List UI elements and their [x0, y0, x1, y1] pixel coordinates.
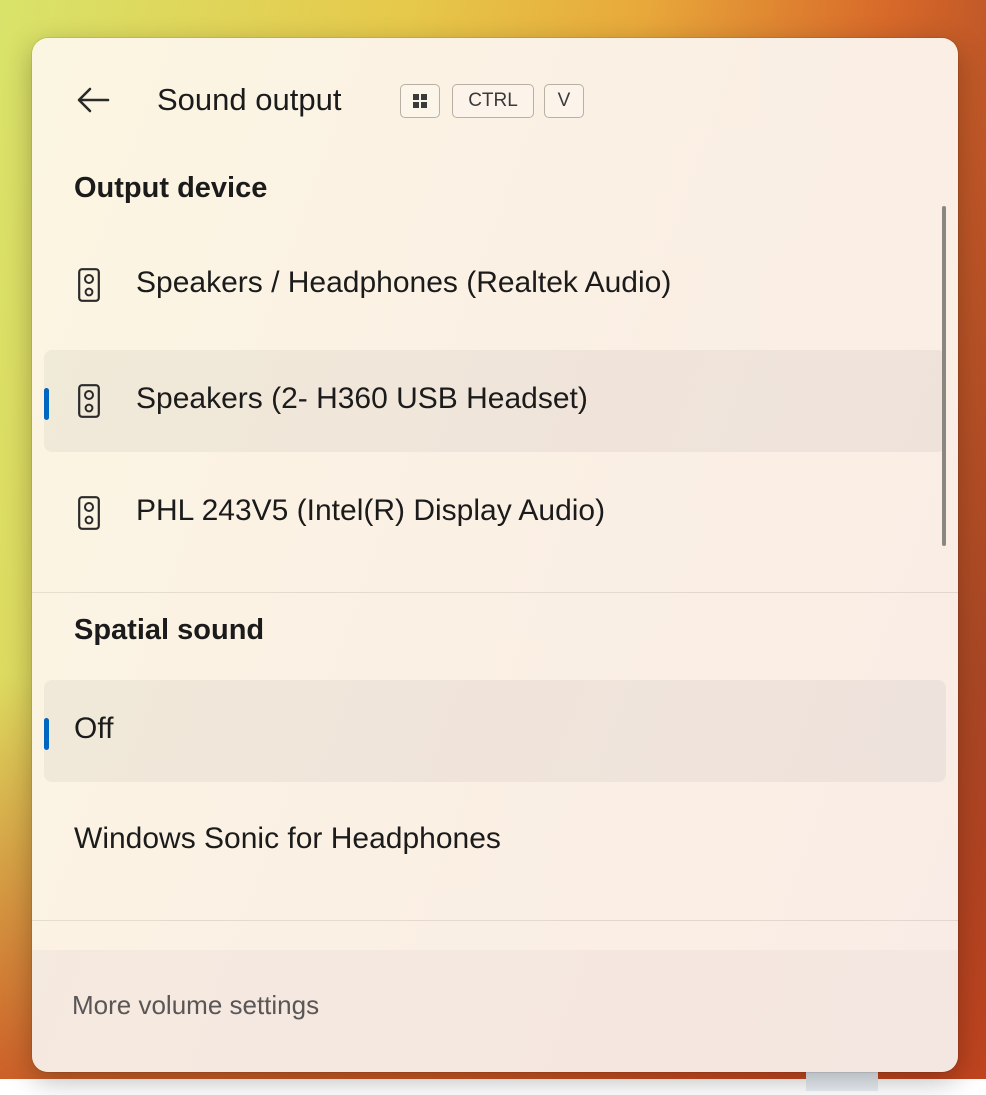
- output-device-label: PHL 243V5 (Intel(R) Display Audio): [136, 494, 606, 527]
- page-title: Sound output: [157, 82, 342, 117]
- spatial-sound-item-selected[interactable]: Off: [44, 680, 946, 782]
- flyout-footer: More volume settings: [32, 950, 958, 1072]
- spatial-sound-item[interactable]: Windows Sonic for Headphones: [44, 790, 946, 892]
- speaker-icon: [78, 384, 100, 418]
- more-volume-settings-link[interactable]: More volume settings: [72, 990, 319, 1021]
- spatial-sound-label: Windows Sonic for Headphones: [74, 822, 501, 855]
- selection-indicator: [44, 718, 49, 750]
- speaker-icon: [78, 268, 100, 302]
- output-device-item[interactable]: Speakers / Headphones (Realtek Audio): [44, 234, 946, 336]
- selection-indicator: [44, 388, 49, 420]
- output-device-label: Speakers (2- H360 USB Headset): [136, 382, 588, 415]
- speaker-icon: [78, 496, 100, 530]
- output-device-item-selected[interactable]: Speakers (2- H360 USB Headset): [44, 350, 946, 452]
- back-button[interactable]: [72, 82, 116, 118]
- flyout-header: Sound output CTRL V: [32, 38, 958, 164]
- output-device-item[interactable]: PHL 243V5 (Intel(R) Display Audio): [44, 462, 946, 564]
- section-divider: [32, 592, 958, 593]
- output-device-label: Speakers / Headphones (Realtek Audio): [136, 266, 672, 299]
- output-device-heading: Output device: [74, 172, 268, 204]
- windows-key-icon: [413, 94, 427, 108]
- sound-output-flyout: Sound output CTRL V Output device Speake…: [32, 38, 958, 1072]
- arrow-left-icon: [77, 87, 110, 113]
- scrollbar-thumb[interactable]: [942, 206, 946, 546]
- section-divider: [32, 920, 958, 921]
- shortcut-key-ctrl: CTRL: [452, 84, 534, 118]
- spatial-sound-label: Off: [74, 712, 114, 745]
- shortcut-key-windows: [400, 84, 440, 118]
- spatial-sound-heading: Spatial sound: [74, 614, 265, 646]
- shortcut-key-v: V: [544, 84, 584, 118]
